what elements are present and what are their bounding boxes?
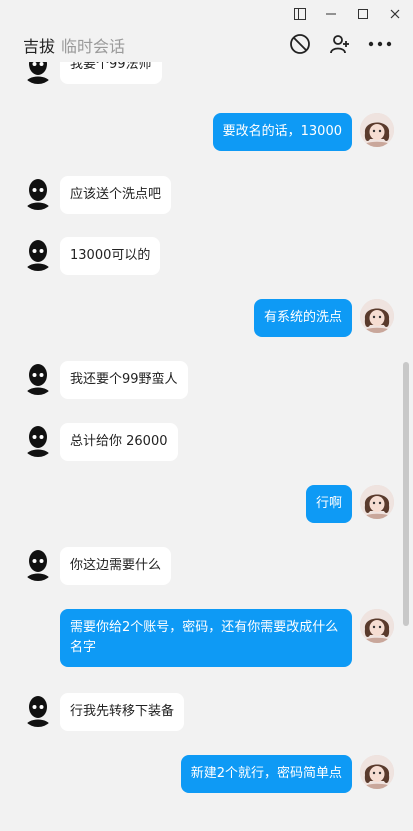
self-avatar[interactable]: [360, 609, 394, 643]
message-bubble[interactable]: 行啊: [305, 485, 352, 523]
contact-name: 吉拔: [23, 37, 56, 56]
message-bubble[interactable]: 我还要个99野蛮人: [60, 361, 188, 399]
more-icon[interactable]: [367, 31, 393, 57]
message-list[interactable]: 我要个99法师 要改名的话，13000 应该送个洗点吧 13000可以的 有系统…: [0, 62, 402, 831]
pin-window-icon[interactable]: [289, 4, 311, 24]
self-avatar[interactable]: [360, 299, 394, 333]
message-bubble[interactable]: 行我先转移下装备: [60, 693, 185, 731]
contact-avatar[interactable]: [21, 423, 55, 457]
message-bubble[interactable]: 13000可以的: [60, 237, 161, 275]
add-user-icon[interactable]: [327, 31, 353, 57]
window-title-bar: [0, 0, 413, 28]
message-bubble[interactable]: 你这边需要什么: [60, 547, 172, 585]
self-avatar[interactable]: [360, 755, 394, 789]
contact-avatar[interactable]: [21, 361, 55, 395]
message-bubble[interactable]: 要改名的话，13000: [212, 113, 352, 151]
chat-scrollbar[interactable]: [403, 362, 409, 626]
chat-header: 吉拔 临时会话: [0, 28, 413, 62]
contact-avatar[interactable]: [21, 62, 55, 84]
self-avatar[interactable]: [360, 113, 394, 147]
self-avatar[interactable]: [360, 485, 394, 519]
contact-avatar[interactable]: [21, 547, 55, 581]
message-bubble[interactable]: 新建2个就行，密码简单点: [180, 755, 352, 793]
message-bubble[interactable]: 有系统的洗点: [253, 299, 352, 337]
message-bubble[interactable]: 需要你给2个账号，密码，还有你需要改成什么名字: [60, 609, 352, 667]
maximize-icon[interactable]: [352, 4, 374, 24]
close-icon[interactable]: [384, 4, 406, 24]
contact-avatar[interactable]: [21, 176, 55, 210]
session-type-label: 临时会话: [61, 37, 126, 56]
message-bubble[interactable]: 总计给你 26000: [60, 423, 178, 461]
minimize-icon[interactable]: [320, 4, 342, 24]
contact-avatar[interactable]: [21, 237, 55, 271]
block-icon[interactable]: [287, 31, 313, 57]
message-bubble[interactable]: 应该送个洗点吧: [60, 176, 172, 214]
message-bubble[interactable]: 我要个99法师: [60, 62, 162, 84]
contact-avatar[interactable]: [21, 693, 55, 727]
